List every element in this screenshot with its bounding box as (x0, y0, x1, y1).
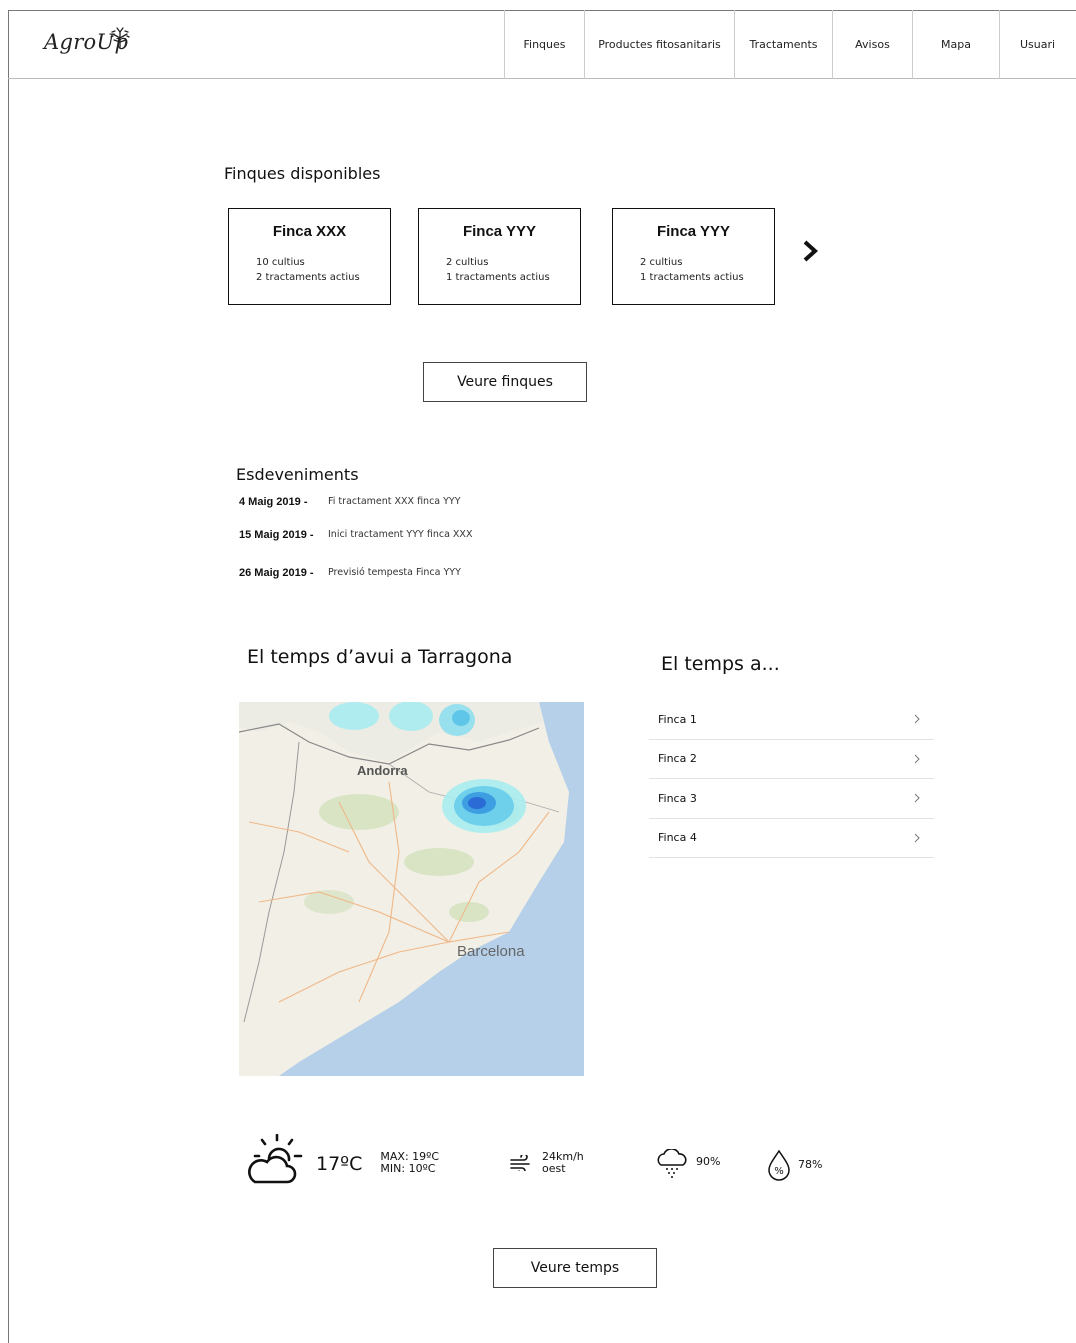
weather-section-title: El temps d’avui a Tarragona (247, 646, 513, 668)
farm-weather-item[interactable]: Finca 4 (649, 819, 934, 858)
event-item[interactable]: 15 Maig 2019 - Inici tractament YYY finc… (239, 529, 472, 541)
temperature-min: MIN: 10ºC (380, 1162, 436, 1175)
nav-finques[interactable]: Finques (504, 10, 584, 79)
farm-weather-item-label: Finca 1 (658, 712, 697, 726)
chevron-right-icon (914, 714, 920, 724)
event-date: 15 Maig 2019 - (239, 529, 314, 541)
nav-productes-fitosanitaris[interactable]: Productes fitosanitaris (584, 10, 734, 79)
farm-card-name: Finca YYY (656, 223, 731, 240)
temperature-value: 17ºC (316, 1153, 363, 1175)
chevron-right-icon (914, 793, 920, 803)
partly-cloudy-icon (248, 1134, 303, 1184)
svg-text:%: % (774, 1166, 784, 1177)
farm-weather-item-label: Finca 3 (658, 791, 697, 805)
farm-weather-item[interactable]: Finca 2 (649, 740, 934, 779)
humidity-block: % 78% (767, 1149, 822, 1181)
view-weather-button[interactable]: Veure temps (493, 1248, 657, 1288)
nav-usuari[interactable]: Usuari (999, 10, 1075, 79)
farm-card[interactable]: Finca YYY 2 cultius 1 tractaments actius (612, 208, 775, 305)
map-image (239, 702, 584, 1076)
farm-card[interactable]: Finca YYY 2 cultius 1 tractaments actius (418, 208, 581, 305)
rain-block: 90% (656, 1149, 720, 1179)
chevron-right-icon (914, 754, 920, 764)
map-label-barcelona: Barcelona (457, 943, 525, 960)
farm-weather-item[interactable]: Finca 3 (649, 779, 934, 819)
farm-card-crops: 2 cultius (640, 257, 683, 268)
farms-section-title: Finques disponibles (224, 164, 381, 183)
humidity-value: 78% (798, 1158, 823, 1171)
farm-card-name: Finca YYY (462, 223, 537, 240)
farm-weather-list: Finca 1 Finca 2 Finca 3 Finca 4 (649, 700, 934, 858)
top-navbar: AgroUp Finques Productes fitosanitaris T… (8, 10, 1076, 79)
wind-block: 24km/h oest (510, 1151, 584, 1175)
event-item[interactable]: 4 Maig 2019 - Fi tractament XXX finca YY… (239, 496, 461, 508)
chevron-right-icon[interactable] (799, 238, 821, 264)
farm-weather-item[interactable]: Finca 1 (649, 700, 934, 740)
map-label-andorra: Andorra (357, 763, 408, 778)
nav-mapa[interactable]: Mapa (912, 10, 999, 79)
rain-cloud-icon (657, 1149, 687, 1178)
temperature-block: 17ºC MAX: 19ºC MIN: 10ºC (247, 1134, 439, 1184)
farm-card-treatments: 2 tractaments actius (256, 272, 360, 283)
farm-card-name: Finca XXX (272, 223, 347, 240)
weather-map[interactable]: Andorra Barcelona (239, 702, 584, 1076)
event-item[interactable]: 26 Maig 2019 - Previsió tempesta Finca Y… (239, 567, 461, 579)
farm-card-crops: 10 cultius (256, 257, 305, 268)
wind-direction: oest (542, 1162, 566, 1175)
farm-card-treatments: 1 tractaments actius (446, 272, 550, 283)
event-date: 26 Maig 2019 - (239, 567, 314, 579)
sprout-icon (110, 27, 130, 49)
event-text: Inici tractament YYY finca XXX (328, 529, 473, 540)
nav-avisos[interactable]: Avisos (832, 10, 912, 79)
nav-tractaments[interactable]: Tractaments (734, 10, 832, 79)
event-date: 4 Maig 2019 - (239, 496, 308, 508)
view-farms-button[interactable]: Veure finques (423, 362, 587, 402)
main-nav: Finques Productes fitosanitaris Tractame… (504, 10, 1075, 79)
farm-card-crops: 2 cultius (446, 257, 489, 268)
farm-card[interactable]: Finca XXX 10 cultius 2 tractaments actiu… (228, 208, 391, 305)
event-text: Fi tractament XXX finca YYY (328, 496, 461, 507)
farm-weather-title: El temps a... (661, 653, 780, 675)
wind-icon (510, 1155, 530, 1171)
farm-card-treatments: 1 tractaments actius (640, 272, 744, 283)
farm-weather-item-label: Finca 2 (658, 752, 697, 766)
farm-weather-item-label: Finca 4 (658, 831, 697, 845)
event-text: Previsió tempesta Finca YYY (328, 567, 461, 578)
rain-probability: 90% (696, 1155, 721, 1168)
events-section-title: Esdeveniments (236, 465, 359, 484)
chevron-right-icon (914, 833, 920, 843)
humidity-drop-icon: % (768, 1149, 790, 1181)
